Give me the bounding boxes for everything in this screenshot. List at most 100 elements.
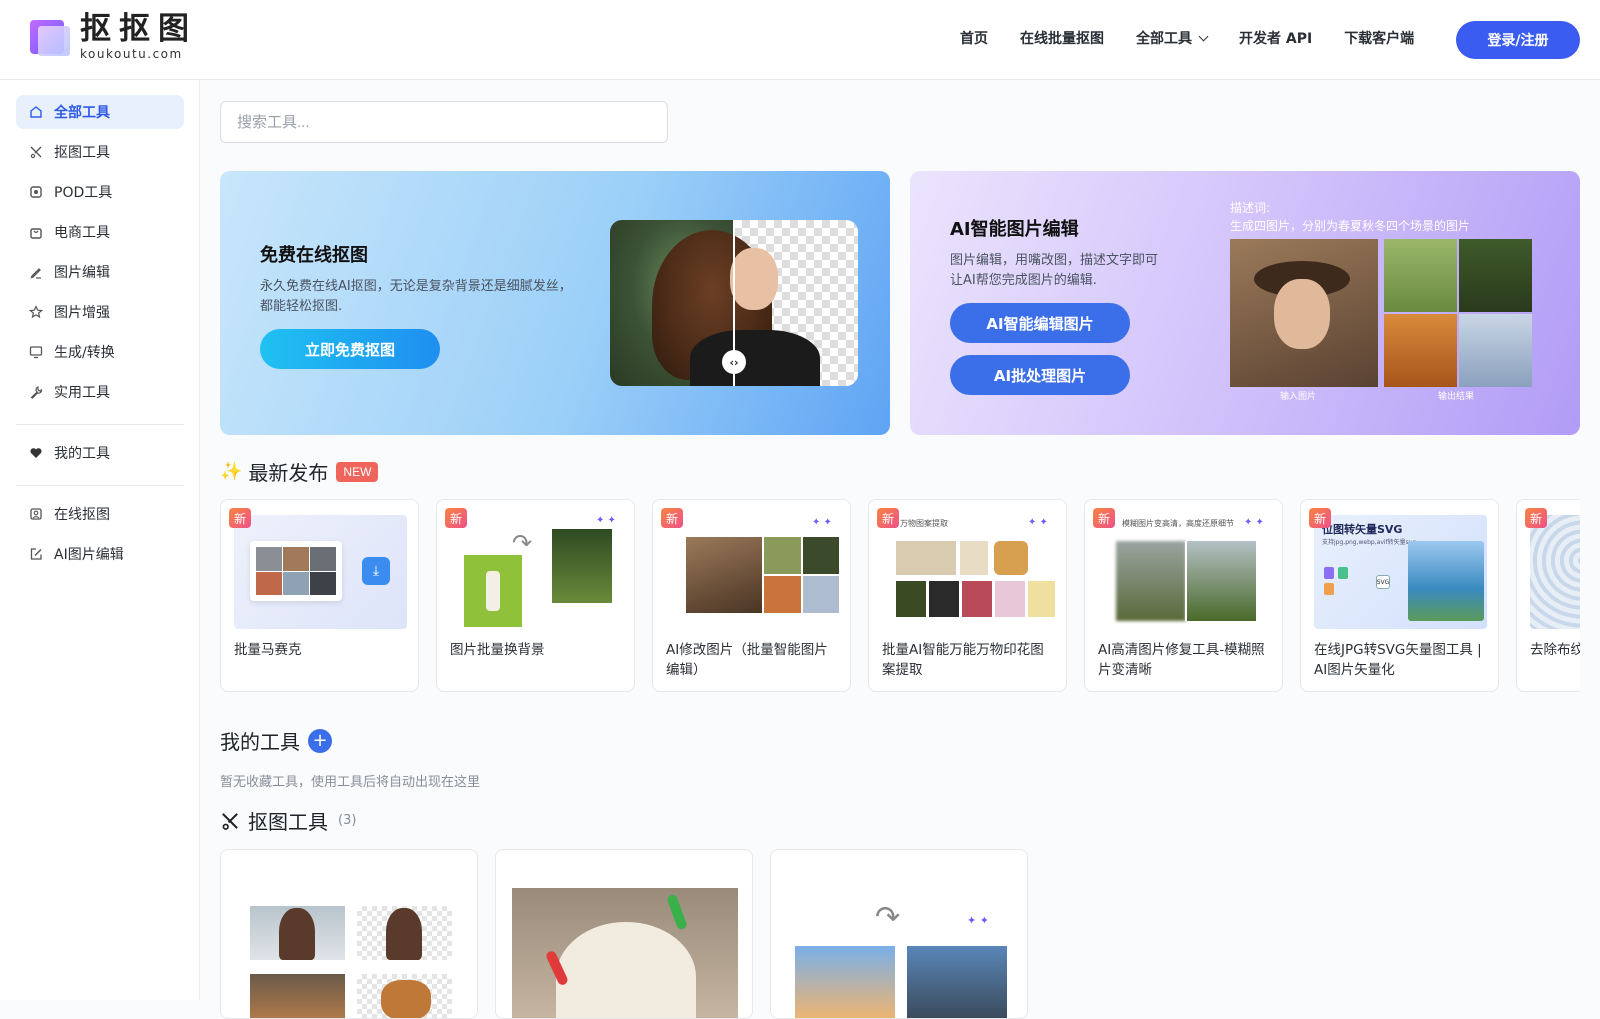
tool-thumbnail: ⤓: [234, 515, 407, 629]
latest-section-title: ✨ 最新发布 NEW: [220, 457, 379, 486]
before-after-image[interactable]: ‹›: [610, 220, 858, 386]
sidebar-item-label: 抠图工具: [54, 145, 110, 161]
sidebar-item-label: 在线抠图: [54, 507, 110, 523]
tool-card-batch-mosaic[interactable]: 新 ⤓ 批量马赛克: [220, 499, 419, 692]
sidebar-item-label: 图片编辑: [54, 265, 110, 281]
sidebar-divider: [16, 424, 184, 425]
output-image-label: 输出结果: [1438, 392, 1475, 402]
new-tag: 新: [1525, 508, 1547, 528]
sparkle-icon: ✦ ✦: [967, 914, 989, 927]
empty-state-hint: 暂无收藏工具，使用工具后将自动出现在这里: [220, 775, 481, 790]
my-tools-section-title: 我的工具 +: [220, 726, 332, 755]
latest-tools-carousel: 新 ⤓ 批量马赛克 新 ↷ ✦ ✦ 图片批量换背景 新 ✦ ✦ AI修改图片（批…: [220, 499, 1580, 693]
tool-card-ai-edit[interactable]: 新 ✦ ✦ AI修改图片（批量智能图片编辑）: [652, 499, 851, 692]
tool-card-batch-background[interactable]: 新 ↷ ✦ ✦ 图片批量换背景: [436, 499, 635, 692]
logo-mark-icon: [30, 16, 72, 58]
banner-title: 免费在线抠图: [260, 245, 368, 266]
monitor-icon: [28, 344, 44, 360]
nav-developer-api[interactable]: 开发者 API: [1239, 28, 1312, 48]
sidebar-item-label: 图片增强: [54, 305, 110, 321]
tool-card-pattern-extract[interactable]: 新 万物图案提取 ✦ ✦ 批量AI智能万能万物印花图案提取: [868, 499, 1067, 692]
cutout-tool-card-product[interactable]: [495, 849, 753, 1019]
thumbnail-caption: 万物图案提取: [900, 519, 948, 528]
sidebar-item-cutout-tools[interactable]: 抠图工具: [16, 135, 184, 169]
compare-slider-handle-icon[interactable]: ‹›: [722, 350, 746, 374]
cutout-tool-card-portrait[interactable]: [220, 849, 478, 1019]
sidebar-item-label: POD工具: [54, 185, 113, 201]
tool-thumbnail: ↷ ✦ ✦: [450, 515, 623, 629]
banner-description: 永久免费在线AI抠图，无论是复杂背景还是细腻发丝，都能轻松抠图.: [260, 279, 572, 314]
scissors-icon: [220, 811, 240, 831]
home-icon: [28, 104, 44, 120]
sidebar-item-generate-convert[interactable]: 生成/转换: [16, 335, 184, 369]
tool-count: (3): [338, 813, 357, 828]
new-tag: 新: [445, 508, 467, 528]
sidebar-divider: [16, 485, 184, 486]
sidebar-item-ecommerce-tools[interactable]: 电商工具: [16, 215, 184, 249]
new-tag: 新: [229, 508, 251, 528]
input-image: [1230, 239, 1378, 387]
tool-card-title: 批量AI智能万能万物印花图案提取: [882, 642, 1044, 678]
sidebar-item-pod-tools[interactable]: POD工具: [16, 175, 184, 209]
new-badge: NEW: [336, 461, 379, 482]
add-tool-button[interactable]: +: [308, 728, 332, 753]
logo-title: 抠抠图: [80, 11, 197, 47]
sidebar-item-label: 实用工具: [54, 385, 110, 401]
tool-card-hd-restore[interactable]: 新 模糊图片变高清，高度还原细节 ✦ ✦ AI高清图片修复工具-模糊照片变清晰: [1084, 499, 1283, 692]
ai-image-edit-banner[interactable]: AI智能图片编辑 图片编辑，用嘴改图，描述文字即可让AI帮您完成图片的编辑. A…: [910, 171, 1580, 435]
pen-icon: [28, 264, 44, 280]
sparkle-icon: ✦ ✦: [1028, 517, 1048, 528]
nav-home[interactable]: 首页: [960, 28, 988, 48]
thumbnail-subcaption: 支持jpg,png,webp,avif转矢量svg: [1322, 539, 1417, 546]
free-cutout-button[interactable]: 立即免费抠图: [260, 329, 440, 369]
wrench-icon: [28, 384, 44, 400]
ai-edit-image-button[interactable]: AI智能编辑图片: [950, 303, 1130, 343]
top-header: 抠抠图 koukoutu.com 首页 在线批量抠图 全部工具 开发者 API …: [0, 0, 1600, 80]
banner-title: AI智能图片编辑: [950, 219, 1079, 240]
summer-image: [1459, 239, 1532, 312]
winter-image: [1459, 314, 1532, 387]
tool-card-title: 去除布纹: [1530, 642, 1580, 658]
banner-description: 图片编辑，用嘴改图，描述文字即可让AI帮您完成图片的编辑.: [950, 253, 1159, 288]
nav-download-client[interactable]: 下载客户端: [1344, 28, 1414, 48]
sidebar-item-label: 我的工具: [54, 446, 110, 462]
new-tag: 新: [877, 508, 899, 528]
sidebar-item-my-tools[interactable]: 我的工具: [16, 436, 184, 470]
search-input[interactable]: [220, 101, 668, 143]
cutout-tool-card-background-replace[interactable]: ↷ ✦ ✦: [770, 849, 1028, 1019]
nav-all-tools[interactable]: 全部工具: [1136, 28, 1209, 48]
tool-thumbnail: 万物图案提取 ✦ ✦: [882, 515, 1055, 629]
sidebar-item-online-cutout[interactable]: 在线抠图: [16, 497, 184, 531]
prompt-label: 描述词:: [1230, 201, 1271, 215]
star-icon: [28, 304, 44, 320]
sidebar-item-all-tools[interactable]: 全部工具: [16, 95, 184, 129]
login-register-button[interactable]: 登录/注册: [1456, 21, 1580, 59]
sidebar-item-ai-image-edit[interactable]: AI图片编辑: [16, 537, 184, 571]
free-cutout-banner[interactable]: 免费在线抠图 永久免费在线AI抠图，无论是复杂背景还是细腻发丝，都能轻松抠图. …: [220, 171, 890, 435]
nav-all-tools-label: 全部工具: [1136, 31, 1192, 47]
sparkle-icon: ✦ ✦: [1244, 517, 1264, 528]
tool-card-title: AI修改图片（批量智能图片编辑）: [666, 642, 828, 678]
ai-batch-process-button[interactable]: AI批处理图片: [950, 355, 1130, 395]
logo-domain: koukoutu.com: [80, 47, 183, 61]
tool-card-title: 图片批量换背景: [450, 642, 545, 658]
arrow-icon: ↷: [875, 900, 901, 935]
sidebar-item-utility-tools[interactable]: 实用工具: [16, 375, 184, 409]
pod-icon: [28, 184, 44, 200]
heart-icon: [28, 445, 44, 461]
tool-thumbnail: ✦ ✦: [666, 515, 839, 629]
tool-thumbnail: 模糊图片变高清，高度还原细节 ✦ ✦: [1098, 515, 1271, 629]
tool-card-remove-fabric-texture[interactable]: 新 去除布纹: [1516, 499, 1580, 692]
nav-batch-cutout[interactable]: 在线批量抠图: [1020, 28, 1104, 48]
sidebar-item-image-edit[interactable]: 图片编辑: [16, 255, 184, 289]
tool-card-jpg-to-svg[interactable]: 新 位图转矢量SVG 支持jpg,png,webp,avif转矢量svg SVG…: [1300, 499, 1499, 692]
new-tag: 新: [661, 508, 683, 528]
svg-file-icon: SVG: [1376, 575, 1390, 589]
sidebar-item-image-enhance[interactable]: 图片增强: [16, 295, 184, 329]
prompt-caption: 描述词: 生成四图片，分别为春夏秋冬四个场景的图片: [1230, 199, 1470, 235]
edit-icon: [28, 546, 44, 562]
tool-thumbnail: [1530, 515, 1580, 629]
sidebar: 全部工具 抠图工具 POD工具 电商工具 图片编辑 图片增强 生成/转换 实用工…: [0, 80, 200, 1000]
spring-image: [1384, 239, 1457, 312]
logo[interactable]: 抠抠图 koukoutu.com: [30, 14, 197, 60]
